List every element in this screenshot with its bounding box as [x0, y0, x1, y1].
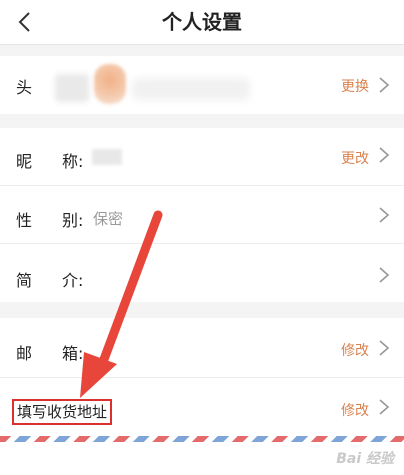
- bottom-area: [0, 442, 404, 475]
- email-label-b: 箱:: [62, 344, 84, 363]
- intro-label-a: 简: [16, 271, 33, 290]
- page-title: 个人设置: [162, 10, 242, 34]
- chevron-right-icon: [379, 147, 390, 163]
- email-label-a: 邮: [16, 344, 33, 363]
- nickname-label-a: 昵: [16, 152, 33, 171]
- back-button[interactable]: [6, 4, 42, 40]
- address-label-highlight[interactable]: 填写收货地址: [12, 399, 113, 425]
- edit-email-link[interactable]: 修改: [341, 340, 369, 360]
- nickname-row[interactable]: 昵 称: 更改: [0, 128, 404, 186]
- email-row[interactable]: 邮 箱: 修改: [0, 318, 404, 378]
- blurred-nickname: [92, 149, 122, 165]
- intro-label-b: 介:: [62, 271, 84, 290]
- gender-label-a: 性: [16, 211, 33, 230]
- profile-card: 昵 称: 更改 性 别: 保密 简 介:: [0, 128, 404, 302]
- chevron-right-icon: [379, 77, 390, 93]
- blurred-text: [55, 74, 89, 102]
- gender-value: 保密: [93, 210, 124, 228]
- nickname-label-b: 称:: [62, 152, 84, 171]
- gender-row[interactable]: 性 别: 保密: [0, 186, 404, 244]
- chevron-right-icon: [379, 267, 390, 283]
- chevron-right-icon: [379, 207, 390, 223]
- chevron-right-icon: [379, 399, 390, 415]
- edit-address-link[interactable]: 修改: [341, 400, 369, 420]
- change-nickname-link[interactable]: 更改: [341, 148, 369, 168]
- chevron-left-icon: [18, 12, 30, 32]
- avatar: [94, 64, 126, 104]
- chevron-right-icon: [379, 340, 390, 356]
- blurred-text: [132, 78, 250, 100]
- header-bar: 个人设置: [0, 0, 404, 45]
- change-avatar-link[interactable]: 更换: [341, 76, 369, 96]
- avatar-label: 头: [16, 78, 33, 97]
- intro-row[interactable]: 简 介:: [0, 244, 404, 302]
- gender-label-b: 别:: [62, 211, 84, 230]
